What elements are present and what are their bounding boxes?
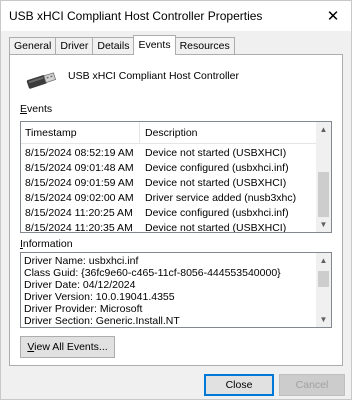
event-row[interactable]: 8/15/2024 08:52:19 AM Device not started… bbox=[21, 146, 317, 161]
usb-connector-icon bbox=[26, 72, 57, 89]
event-row[interactable]: 8/15/2024 09:01:48 AM Device configured … bbox=[21, 161, 317, 176]
event-description: Device configured (usbxhci.inf) bbox=[145, 207, 289, 219]
event-description: Driver service added (nusb3xhc) bbox=[145, 192, 297, 204]
info-line: Driver Provider: Microsoft bbox=[24, 303, 143, 315]
info-line: Driver Date: 04/12/2024 bbox=[24, 279, 136, 291]
event-timestamp: 8/15/2024 11:20:25 AM bbox=[25, 207, 133, 219]
events-scrollbar[interactable]: ▲ ▼ bbox=[316, 122, 331, 232]
column-description[interactable]: Description bbox=[145, 127, 198, 139]
tab-general[interactable]: General bbox=[9, 37, 57, 55]
scroll-down-icon[interactable]: ▼ bbox=[316, 312, 331, 327]
information-label: Information bbox=[20, 238, 73, 250]
view-all-events-button[interactable]: View All Events... bbox=[20, 336, 115, 358]
event-row[interactable]: 8/15/2024 11:20:25 AM Device configured … bbox=[21, 206, 317, 221]
tab-resources[interactable]: Resources bbox=[174, 37, 235, 55]
event-timestamp: 8/15/2024 09:01:48 AM bbox=[25, 162, 134, 174]
scroll-up-icon[interactable]: ▲ bbox=[316, 253, 331, 268]
scrollbar-thumb[interactable] bbox=[318, 172, 329, 217]
scroll-down-icon[interactable]: ▼ bbox=[316, 217, 331, 232]
event-row[interactable]: 8/15/2024 09:01:59 AM Device not started… bbox=[21, 176, 317, 191]
view-all-rest: iew All Events... bbox=[34, 341, 108, 353]
info-line: Driver Section: Generic.Install.NT bbox=[24, 315, 180, 327]
window-title: USB xHCI Compliant Host Controller Prope… bbox=[9, 9, 263, 23]
events-label-accel: E bbox=[20, 103, 28, 115]
information-scrollbar[interactable]: ▲ ▼ bbox=[316, 253, 331, 327]
information-textbox[interactable]: Driver Name: usbxhci.inf Class Guid: {36… bbox=[20, 252, 332, 328]
events-list[interactable]: Timestamp Description 8/15/2024 08:52:19… bbox=[20, 121, 332, 233]
properties-dialog: USB xHCI Compliant Host Controller Prope… bbox=[0, 0, 352, 400]
event-timestamp: 8/15/2024 09:01:59 AM bbox=[25, 177, 134, 189]
device-name: USB xHCI Compliant Host Controller bbox=[68, 70, 239, 82]
events-list-header: Timestamp Description bbox=[21, 122, 317, 144]
event-timestamp: 8/15/2024 11:20:35 AM bbox=[25, 222, 133, 233]
column-timestamp[interactable]: Timestamp bbox=[25, 127, 77, 139]
event-description: Device not started (USBXHCI) bbox=[145, 222, 287, 233]
event-timestamp: 8/15/2024 08:52:19 AM bbox=[25, 147, 134, 159]
info-line: Driver Name: usbxhci.inf bbox=[24, 255, 139, 267]
events-label: Events bbox=[20, 103, 52, 115]
event-description: Device not started (USBXHCI) bbox=[145, 177, 287, 189]
tab-events[interactable]: Events bbox=[133, 35, 176, 55]
info-line: Class Guid: {36fc9e60-c465-11cf-8056-444… bbox=[24, 267, 281, 279]
close-icon[interactable]: ✕ bbox=[321, 4, 345, 28]
scrollbar-thumb[interactable] bbox=[318, 271, 329, 287]
column-divider[interactable] bbox=[139, 122, 140, 144]
event-timestamp: 8/15/2024 09:02:00 AM bbox=[25, 192, 134, 204]
events-tab-panel: USB xHCI Compliant Host Controller Event… bbox=[9, 54, 343, 366]
event-description: Device configured (usbxhci.inf) bbox=[145, 162, 289, 174]
event-row[interactable]: 8/15/2024 11:20:35 AM Device not started… bbox=[21, 221, 317, 233]
tab-details[interactable]: Details bbox=[92, 37, 135, 55]
tab-strip: General Driver Details Events Resources bbox=[9, 35, 235, 55]
information-label-rest: nformation bbox=[22, 238, 73, 250]
info-line: Driver Version: 10.0.19041.4355 bbox=[24, 291, 175, 303]
scroll-up-icon[interactable]: ▲ bbox=[316, 122, 331, 137]
events-label-rest: vents bbox=[27, 103, 53, 115]
event-row[interactable]: 8/15/2024 09:02:00 AM Driver service add… bbox=[21, 191, 317, 206]
tab-driver[interactable]: Driver bbox=[55, 37, 94, 55]
cancel-button[interactable]: Cancel bbox=[279, 374, 345, 396]
title-bar[interactable]: USB xHCI Compliant Host Controller Prope… bbox=[1, 1, 351, 31]
close-button[interactable]: Close bbox=[204, 374, 274, 396]
event-description: Device not started (USBXHCI) bbox=[145, 147, 287, 159]
